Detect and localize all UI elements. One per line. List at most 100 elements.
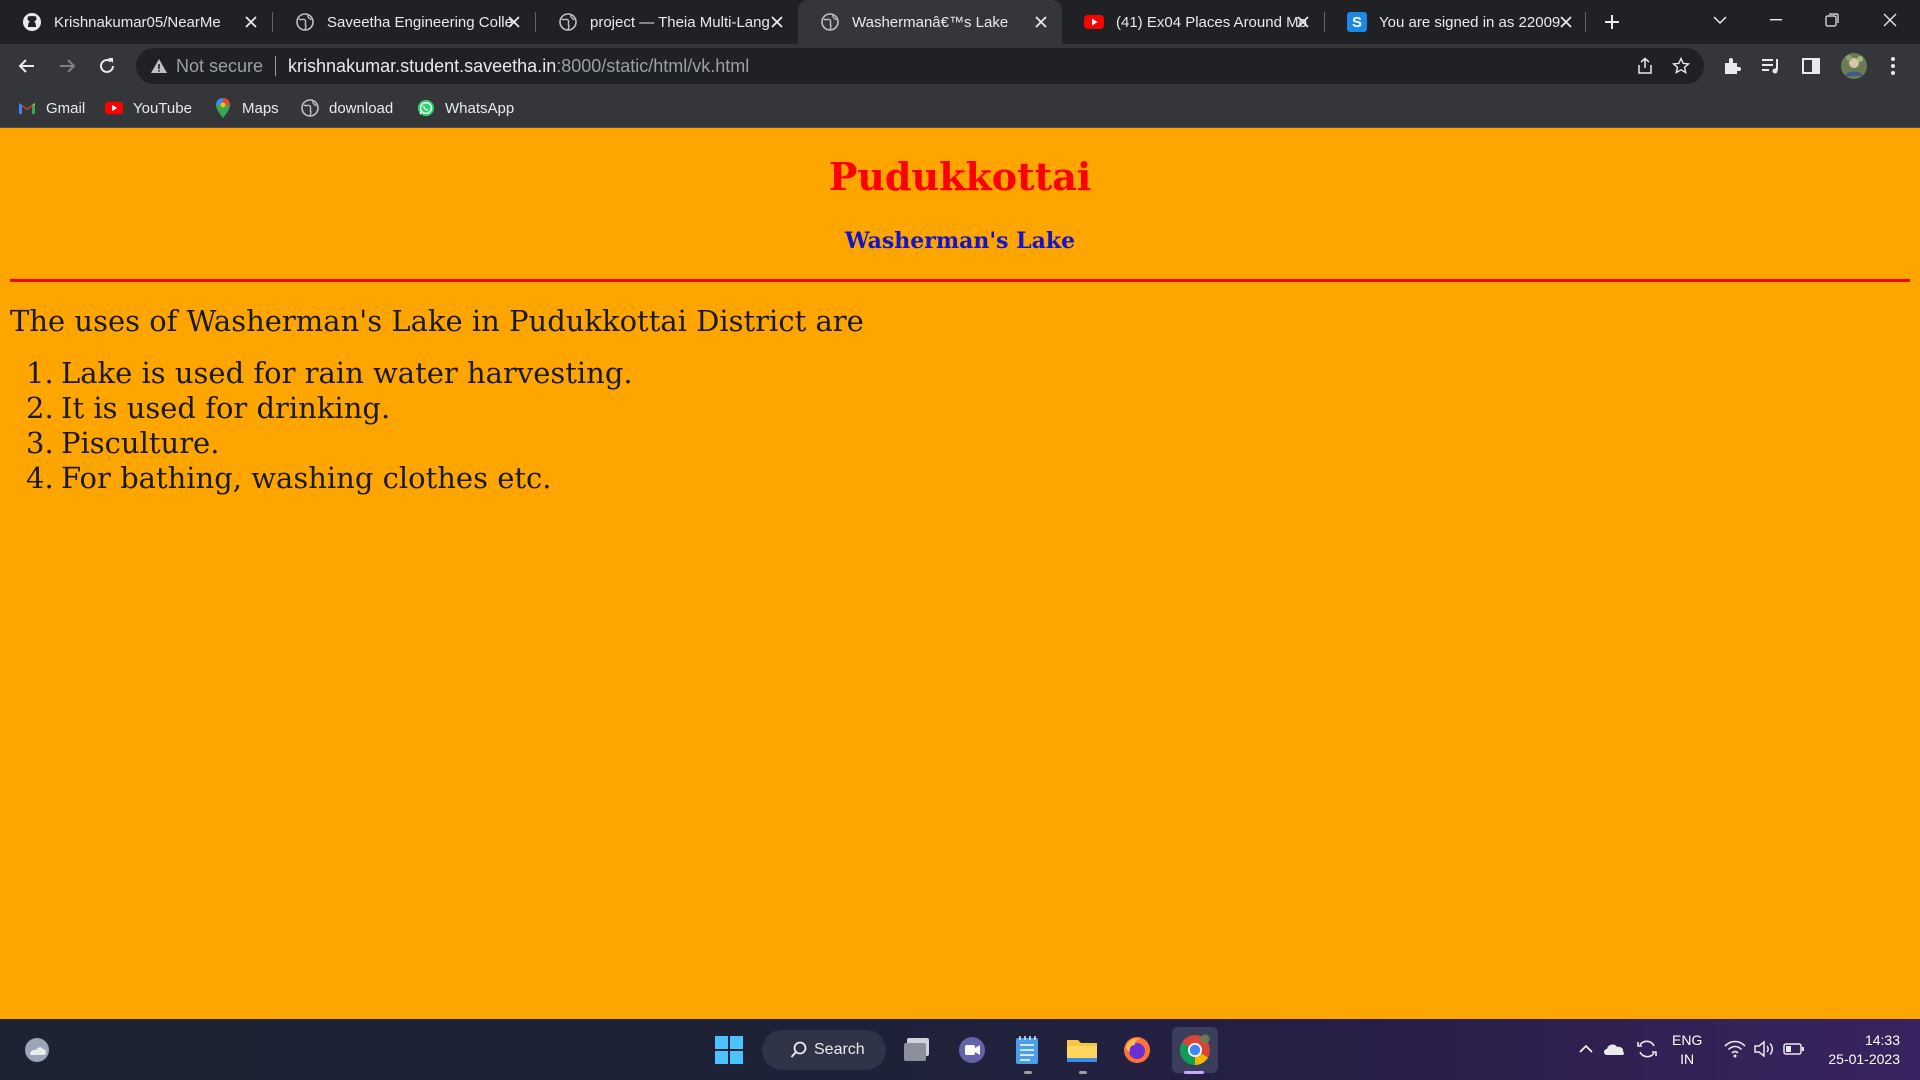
wifi-icon[interactable] (1724, 1038, 1746, 1060)
minimize-button[interactable] (1748, 0, 1804, 40)
forward-button[interactable] (52, 51, 82, 81)
tab-title: Saveetha Engineering Colle (327, 13, 513, 31)
address-bar[interactable]: Not secure krishnakumar.student.saveetha… (136, 48, 1704, 84)
page-content: Pudukkottai Washerman's Lake The uses of… (0, 128, 1920, 1019)
close-icon[interactable] (1557, 13, 1575, 31)
url-host: krishnakumar.student.saveetha.in (288, 55, 557, 76)
bookmark-whatsapp[interactable]: WhatsApp (417, 97, 514, 119)
bookmark-label: YouTube (133, 99, 192, 117)
running-indicator (1024, 1071, 1032, 1074)
gmail-icon (18, 99, 36, 117)
list-item: 3. Pisculture. (26, 426, 633, 461)
svg-text:S: S (1352, 14, 1362, 31)
globe-icon (295, 12, 315, 32)
list-item: 2. It is used for drinking. (26, 391, 633, 426)
tab-search-button[interactable] (1692, 0, 1748, 40)
chrome-icon[interactable] (1172, 1027, 1218, 1073)
list-item: 1. Lake is used for rain water harvesting… (26, 356, 633, 391)
reload-button[interactable] (92, 51, 122, 81)
youtube-icon (1084, 12, 1104, 32)
bookmark-label: Gmail (46, 99, 86, 117)
menu-icon[interactable] (1882, 55, 1904, 77)
github-icon (22, 12, 42, 32)
tab-strip: Krishnakumar05/NearMe Saveetha Engineeri… (0, 0, 1920, 44)
back-button[interactable] (12, 51, 42, 81)
weather-icon[interactable] (18, 1031, 56, 1069)
new-tab-button[interactable] (1597, 7, 1627, 37)
page-title: Pudukkottai (828, 154, 1092, 199)
volume-icon[interactable] (1753, 1038, 1775, 1060)
tab-youtube[interactable]: (41) Ex04 Places Around Mo (1062, 0, 1324, 44)
running-indicator (1079, 1071, 1087, 1074)
close-icon[interactable] (1294, 13, 1312, 31)
chevron-down-icon (1713, 16, 1727, 25)
close-icon[interactable] (242, 13, 260, 31)
extensions-icon[interactable] (1721, 55, 1743, 77)
tab-title: You are signed in as 22009 (1379, 13, 1561, 31)
minimize-icon (1770, 19, 1782, 21)
page-subtitle: Washerman's Lake (844, 228, 1076, 254)
plus-icon (1605, 15, 1619, 29)
close-window-button[interactable] (1862, 0, 1918, 40)
taskbar-search[interactable]: Search (762, 1030, 886, 1070)
security-status[interactable]: Not secure (176, 56, 263, 77)
firefox-icon[interactable] (1118, 1031, 1156, 1069)
bookmark-youtube[interactable]: YouTube (105, 97, 192, 119)
arrow-right-icon (60, 59, 76, 73)
close-icon[interactable] (505, 13, 523, 31)
bookmark-gmail[interactable]: Gmail (18, 97, 85, 119)
tab-title: Krishnakumar05/NearMe (54, 13, 221, 31)
list-text: For bathing, washing clothes etc. (61, 461, 552, 495)
list-number: 3. (26, 426, 54, 460)
bookmark-maps[interactable]: Maps (214, 97, 279, 119)
uses-list: 1. Lake is used for rain water harvesting… (26, 356, 633, 496)
close-icon[interactable] (1032, 13, 1050, 31)
teams-chat-icon[interactable] (953, 1031, 991, 1069)
windows-icon (715, 1036, 743, 1064)
tab-saveetha[interactable]: Saveetha Engineering Colle (273, 0, 535, 44)
notepad-icon[interactable] (1008, 1031, 1046, 1069)
tab-theia[interactable]: project — Theia Multi-Lang (536, 0, 798, 44)
chevron-up-icon[interactable] (1575, 1038, 1597, 1060)
warning-icon (151, 59, 167, 73)
browser-toolbar: Not secure krishnakumar.student.saveetha… (0, 44, 1920, 88)
restore-button[interactable] (1804, 0, 1860, 40)
tab-signed-in[interactable]: S You are signed in as 22009 (1325, 0, 1587, 44)
task-view-icon[interactable] (898, 1031, 936, 1069)
share-icon[interactable] (1636, 57, 1654, 75)
list-text: It is used for drinking. (61, 391, 391, 425)
search-label: Search (814, 1041, 865, 1058)
onedrive-icon[interactable] (1603, 1038, 1625, 1060)
search-icon (790, 1041, 807, 1058)
start-button[interactable] (710, 1031, 748, 1069)
whatsapp-icon (417, 99, 435, 117)
profile-avatar[interactable] (1840, 52, 1868, 80)
close-icon (1883, 13, 1897, 27)
language-indicator[interactable]: ENG IN (1672, 1031, 1702, 1069)
tab-title: (41) Ex04 Places Around Mo (1116, 13, 1307, 31)
sync-icon[interactable] (1636, 1038, 1658, 1060)
bookmark-label: download (329, 99, 394, 117)
bookmark-download[interactable]: download (301, 97, 393, 119)
arrow-left-icon (18, 59, 34, 73)
bookmarks-bar: Gmail YouTube Maps download WhatsApp (0, 88, 1920, 128)
tab-washermans-lake[interactable]: Washermanâ€™s Lake (798, 0, 1062, 44)
list-text: Pisculture. (61, 426, 220, 460)
file-explorer-icon[interactable] (1063, 1031, 1101, 1069)
star-icon[interactable] (1672, 57, 1690, 75)
clock-time: 14:33 (1864, 1032, 1900, 1048)
horizontal-rule (10, 279, 1910, 282)
bookmark-label: Maps (242, 99, 279, 117)
system-clock[interactable]: 14:33 25-01-2023 (1820, 1031, 1900, 1069)
side-panel-icon[interactable] (1800, 55, 1822, 77)
language-code: ENG (1672, 1032, 1703, 1048)
youtube-icon (105, 99, 123, 117)
list-number: 2. (26, 391, 54, 425)
windows-taskbar: Search ENG IN 14:33 25-01-2023 (0, 1019, 1920, 1080)
maps-icon (214, 98, 232, 118)
battery-icon[interactable] (1783, 1038, 1805, 1060)
globe-icon (558, 12, 578, 32)
close-icon[interactable] (768, 13, 786, 31)
tab-github[interactable]: Krishnakumar05/NearMe (0, 0, 272, 44)
media-controls-icon[interactable] (1760, 55, 1782, 77)
